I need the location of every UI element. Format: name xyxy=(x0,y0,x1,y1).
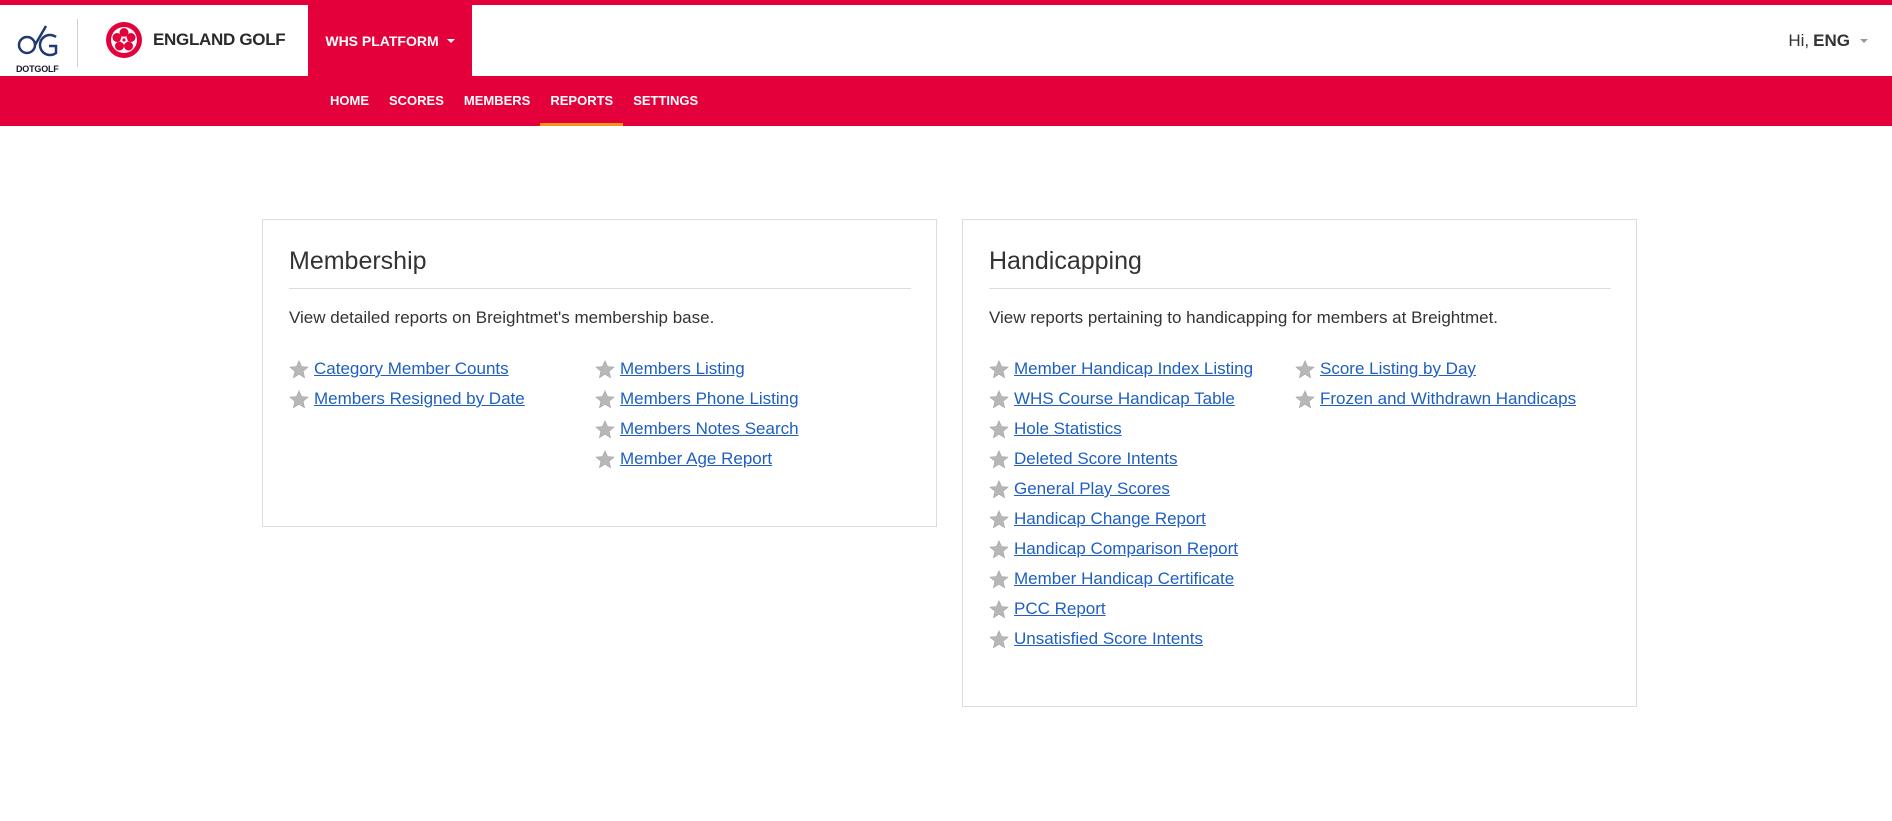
handicapping-panel: Handicapping View reports pertaining to … xyxy=(962,219,1637,707)
report-item: Members Notes Search xyxy=(595,414,799,444)
membership-description: View detailed reports on Breightmet's me… xyxy=(289,308,715,327)
star-icon[interactable] xyxy=(289,359,309,379)
report-link-handicap-change-report[interactable]: Handicap Change Report xyxy=(1014,509,1206,529)
star-icon[interactable] xyxy=(989,449,1009,469)
star-icon[interactable] xyxy=(595,449,615,469)
report-link-members-phone-listing[interactable]: Members Phone Listing xyxy=(620,389,799,409)
report-link-member-age-report[interactable]: Member Age Report xyxy=(620,449,772,469)
star-icon[interactable] xyxy=(595,419,615,439)
report-item: Member Age Report xyxy=(595,444,799,474)
handicapping-title: Handicapping xyxy=(989,247,1142,275)
nav-members[interactable]: MEMBERS xyxy=(454,76,540,126)
report-link-frozen-and-withdrawn-handicaps[interactable]: Frozen and Withdrawn Handicaps xyxy=(1320,389,1576,409)
report-item: Deleted Score Intents xyxy=(989,444,1253,474)
user-menu[interactable]: Hi, ENG xyxy=(1788,31,1868,51)
star-icon[interactable] xyxy=(989,509,1009,529)
star-icon[interactable] xyxy=(989,539,1009,559)
report-item: Member Handicap Index Listing xyxy=(989,354,1253,384)
chevron-down-icon xyxy=(446,38,455,43)
report-item: Members Resigned by Date xyxy=(289,384,525,414)
report-link-members-notes-search[interactable]: Members Notes Search xyxy=(620,419,799,439)
england-golf-logo-text: ENGLAND GOLF xyxy=(153,30,286,49)
report-link-general-play-scores[interactable]: General Play Scores xyxy=(1014,479,1170,499)
report-item: Score Listing by Day xyxy=(1295,354,1576,384)
handicapping-description: View reports pertaining to handicapping … xyxy=(989,308,1499,327)
user-name: ENG xyxy=(1813,31,1850,50)
report-link-member-handicap-index-listing[interactable]: Member Handicap Index Listing xyxy=(1014,359,1253,379)
star-icon[interactable] xyxy=(1295,389,1315,409)
report-link-score-listing-by-day[interactable]: Score Listing by Day xyxy=(1320,359,1476,379)
report-link-deleted-score-intents[interactable]: Deleted Score Intents xyxy=(1014,449,1177,469)
dotgolf-logo-text: DOTGOLF xyxy=(16,64,59,74)
report-item: PCC Report xyxy=(989,594,1253,624)
report-item: Handicap Comparison Report xyxy=(989,534,1253,564)
report-item: Category Member Counts xyxy=(289,354,525,384)
header: DOTGOLF ENGLAND GOLF WHS PLATFORM Hi, EN… xyxy=(0,5,1892,76)
nav-settings[interactable]: SETTINGS xyxy=(623,76,708,126)
star-icon[interactable] xyxy=(989,389,1009,409)
nav-home[interactable]: HOME xyxy=(320,76,379,126)
report-link-category-member-counts[interactable]: Category Member Counts xyxy=(314,359,509,379)
report-item: Members Listing xyxy=(595,354,799,384)
star-icon[interactable] xyxy=(989,479,1009,499)
divider xyxy=(989,288,1611,289)
handicapping-reports-col1: Member Handicap Index Listing WHS Course … xyxy=(989,354,1253,654)
report-link-whs-course-handicap-table[interactable]: WHS Course Handicap Table xyxy=(1014,389,1235,409)
nav-scores[interactable]: SCORES xyxy=(379,76,454,126)
membership-reports-col1: Category Member Counts Members Resigned b… xyxy=(289,354,525,414)
divider xyxy=(289,288,911,289)
star-icon[interactable] xyxy=(989,599,1009,619)
report-link-member-handicap-certificate[interactable]: Member Handicap Certificate xyxy=(1014,569,1234,589)
star-icon[interactable] xyxy=(1295,359,1315,379)
nav-reports[interactable]: REPORTS xyxy=(540,76,624,126)
report-item: Unsatisfied Score Intents xyxy=(989,624,1253,654)
report-link-members-resigned-by-date[interactable]: Members Resigned by Date xyxy=(314,389,525,409)
report-item: General Play Scores xyxy=(989,474,1253,504)
star-icon[interactable] xyxy=(989,629,1009,649)
membership-title: Membership xyxy=(289,247,427,275)
main-nav: HOME SCORES MEMBERS REPORTS SETTINGS xyxy=(0,76,1892,126)
star-icon[interactable] xyxy=(289,389,309,409)
whs-platform-menu[interactable]: WHS PLATFORM xyxy=(308,5,472,76)
handicapping-reports-col2: Score Listing by Day Frozen and Withdrawn… xyxy=(1295,354,1576,414)
report-link-handicap-comparison-report[interactable]: Handicap Comparison Report xyxy=(1014,539,1238,559)
report-item: Members Phone Listing xyxy=(595,384,799,414)
report-item: Handicap Change Report xyxy=(989,504,1253,534)
star-icon[interactable] xyxy=(989,419,1009,439)
star-icon[interactable] xyxy=(989,569,1009,589)
report-link-pcc-report[interactable]: PCC Report xyxy=(1014,599,1106,619)
membership-reports-col2: Members Listing Members Phone Listing Memb… xyxy=(595,354,799,474)
user-greeting: Hi, xyxy=(1788,31,1810,50)
report-link-hole-statistics[interactable]: Hole Statistics xyxy=(1014,419,1122,439)
report-item: Hole Statistics xyxy=(989,414,1253,444)
membership-panel: Membership View detailed reports on Brei… xyxy=(262,219,937,527)
whs-platform-label: WHS PLATFORM xyxy=(325,32,439,49)
star-icon[interactable] xyxy=(989,359,1009,379)
england-golf-rose-icon xyxy=(106,22,142,58)
dotgolf-logo[interactable]: DOTGOLF xyxy=(14,19,64,74)
logo-divider xyxy=(77,19,78,67)
report-item: WHS Course Handicap Table xyxy=(989,384,1253,414)
report-item: Member Handicap Certificate xyxy=(989,564,1253,594)
chevron-down-icon xyxy=(1860,39,1868,43)
report-item: Frozen and Withdrawn Handicaps xyxy=(1295,384,1576,414)
star-icon[interactable] xyxy=(595,359,615,379)
dotgolf-logo-mark xyxy=(17,25,58,57)
report-link-unsatisfied-score-intents[interactable]: Unsatisfied Score Intents xyxy=(1014,629,1203,649)
star-icon[interactable] xyxy=(595,389,615,409)
england-golf-logo[interactable]: ENGLAND GOLF xyxy=(105,20,286,60)
report-link-members-listing[interactable]: Members Listing xyxy=(620,359,745,379)
